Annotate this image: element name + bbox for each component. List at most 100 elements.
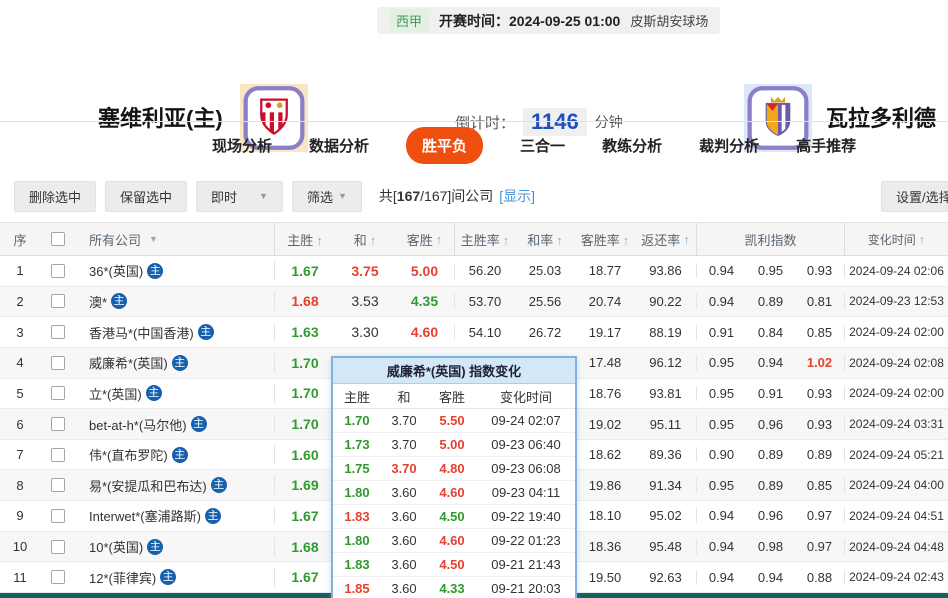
settings-select-button[interactable]: 设置/选择	[881, 181, 948, 212]
company-cell[interactable]: 澳*主	[76, 292, 275, 311]
row-checkbox-cell	[40, 264, 76, 278]
checkbox-icon[interactable]	[51, 417, 65, 431]
lose-rate: 18.62	[575, 447, 635, 462]
change-time: 2024-09-23 12:53	[845, 294, 948, 308]
popup-odds-lose: 5.00	[427, 437, 477, 452]
kelly-3: 0.81	[795, 294, 845, 309]
checkbox-icon[interactable]	[51, 570, 65, 584]
popup-title: 威廉希*(英国) 指数变化	[333, 358, 575, 384]
checkbox-icon[interactable]	[51, 540, 65, 554]
odds-lose: 4.35	[395, 293, 455, 309]
kelly-2: 0.98	[746, 539, 795, 554]
row-number: 7	[0, 447, 40, 462]
row-number: 4	[0, 355, 40, 370]
header-return-rate[interactable]: 返还率↑	[635, 223, 697, 255]
company-cell[interactable]: 10*(英国)主	[76, 537, 275, 556]
checkbox-icon[interactable]	[51, 386, 65, 400]
table-header-row: 序 所有公司▼ 主胜↑ 和↑ 客胜↑ 主胜率↑ 和率↑ 客胜率↑ 返还率↑ 凯利…	[0, 222, 948, 256]
company-name: 立*(英国)	[89, 384, 142, 403]
popup-header-time: 变化时间	[477, 387, 575, 406]
company-cell[interactable]: 伟*(直布罗陀)主	[76, 445, 275, 464]
company-cell[interactable]: 立*(英国)主	[76, 384, 275, 403]
header-company[interactable]: 所有公司▼	[76, 223, 275, 255]
draw-rate: 26.72	[515, 325, 575, 340]
odds-draw: 3.75	[335, 263, 395, 279]
header-win-rate[interactable]: 主胜率↑	[455, 230, 515, 249]
company-cell[interactable]: 12*(菲律宾)主	[76, 568, 275, 587]
header-win[interactable]: 主胜↑	[275, 230, 335, 249]
keep-selected-button[interactable]: 保留选中	[105, 181, 187, 212]
company-cell[interactable]: 易*(安提瓜和巴布达)主	[76, 476, 275, 495]
company-cell[interactable]: 36*(英国)主	[76, 261, 275, 280]
popup-change-time: 09-21 20:03	[477, 581, 575, 596]
table-row: 3香港马*(中国香港)主1.633.304.6054.1026.7219.178…	[0, 317, 948, 348]
header-change-time[interactable]: 变化时间↑	[845, 231, 948, 248]
checkbox-icon[interactable]	[51, 478, 65, 492]
header-draw[interactable]: 和↑	[335, 230, 395, 249]
popup-body: 1.703.705.5009-24 02:071.733.705.0009-23…	[333, 409, 575, 598]
popup-odds-draw: 3.60	[381, 557, 427, 572]
kelly-2: 0.89	[746, 447, 795, 462]
header-lose[interactable]: 客胜↑	[395, 223, 455, 255]
checkbox-icon[interactable]	[51, 264, 65, 278]
tab-2[interactable]: 数据分析	[309, 135, 369, 156]
lose-rate: 18.77	[575, 263, 635, 278]
row-number: 2	[0, 294, 40, 309]
select-all-checkbox[interactable]	[40, 232, 76, 246]
filter-label: 筛选	[307, 187, 333, 206]
tab-3[interactable]: 胜平负	[406, 127, 483, 164]
home-team-name: 塞维利亚(主)	[98, 101, 223, 133]
change-time: 2024-09-24 04:48	[845, 540, 948, 554]
kelly-3: 0.97	[795, 508, 845, 523]
row-checkbox-cell	[40, 294, 76, 308]
sort-up-icon: ↑	[316, 233, 323, 248]
change-time: 2024-09-24 03:31	[845, 417, 948, 431]
show-link[interactable]: [显示]	[499, 186, 535, 206]
header-win-label: 主胜	[287, 233, 313, 248]
header-draw-rate[interactable]: 和率↑	[515, 230, 575, 249]
company-cell[interactable]: Interwet*(塞浦路斯)主	[76, 506, 275, 525]
change-time: 2024-09-24 02:00	[845, 325, 948, 339]
main-company-icon: 主	[147, 263, 163, 279]
odds-draw: 3.30	[335, 324, 395, 340]
kelly-1: 0.94	[697, 508, 746, 523]
tab-4[interactable]: 三合一	[520, 135, 565, 156]
kelly-1: 0.95	[697, 417, 746, 432]
popup-odds-draw: 3.70	[381, 437, 427, 452]
row-number: 3	[0, 325, 40, 340]
league-badge: 西甲	[389, 9, 429, 32]
return-rate: 92.63	[635, 570, 697, 585]
row-number: 9	[0, 508, 40, 523]
tab-5[interactable]: 教练分析	[602, 135, 662, 156]
filter-dropdown[interactable]: 筛选 ▼	[292, 181, 362, 212]
checkbox-icon[interactable]	[51, 448, 65, 462]
main-company-icon: 主	[198, 324, 214, 340]
win-rate: 53.70	[455, 294, 515, 309]
header-lose-rate-label: 客胜率	[581, 233, 620, 248]
lose-rate: 20.74	[575, 294, 635, 309]
kelly-1: 0.91	[697, 325, 746, 340]
company-cell[interactable]: 威廉希*(英国)主	[76, 353, 275, 372]
tab-6[interactable]: 裁判分析	[699, 135, 759, 156]
delete-selected-button[interactable]: 删除选中	[14, 181, 96, 212]
tab-1[interactable]: 现场分析	[212, 135, 272, 156]
odds-win: 1.63	[275, 324, 335, 340]
checkbox-icon[interactable]	[51, 356, 65, 370]
checkbox-icon[interactable]	[51, 294, 65, 308]
header-lose-rate[interactable]: 客胜率↑	[575, 230, 635, 249]
time-filter-dropdown[interactable]: 即时 ▼	[196, 181, 283, 212]
popup-odds-draw: 3.70	[381, 461, 427, 476]
return-rate: 95.02	[635, 508, 697, 523]
checkbox-icon[interactable]	[51, 509, 65, 523]
company-cell[interactable]: 香港马*(中国香港)主	[76, 323, 275, 342]
company-cell[interactable]: bet-at-h*(马尔他)主	[76, 415, 275, 434]
checkbox-icon[interactable]	[51, 232, 65, 246]
header-lose-label: 客胜	[407, 230, 433, 249]
tab-7[interactable]: 高手推荐	[796, 135, 856, 156]
row-checkbox-cell	[40, 478, 76, 492]
odds-win: 1.60	[275, 447, 335, 463]
return-rate: 95.48	[635, 539, 697, 554]
checkbox-icon[interactable]	[51, 325, 65, 339]
popup-odds-win: 1.80	[333, 533, 381, 548]
popup-odds-win: 1.73	[333, 437, 381, 452]
